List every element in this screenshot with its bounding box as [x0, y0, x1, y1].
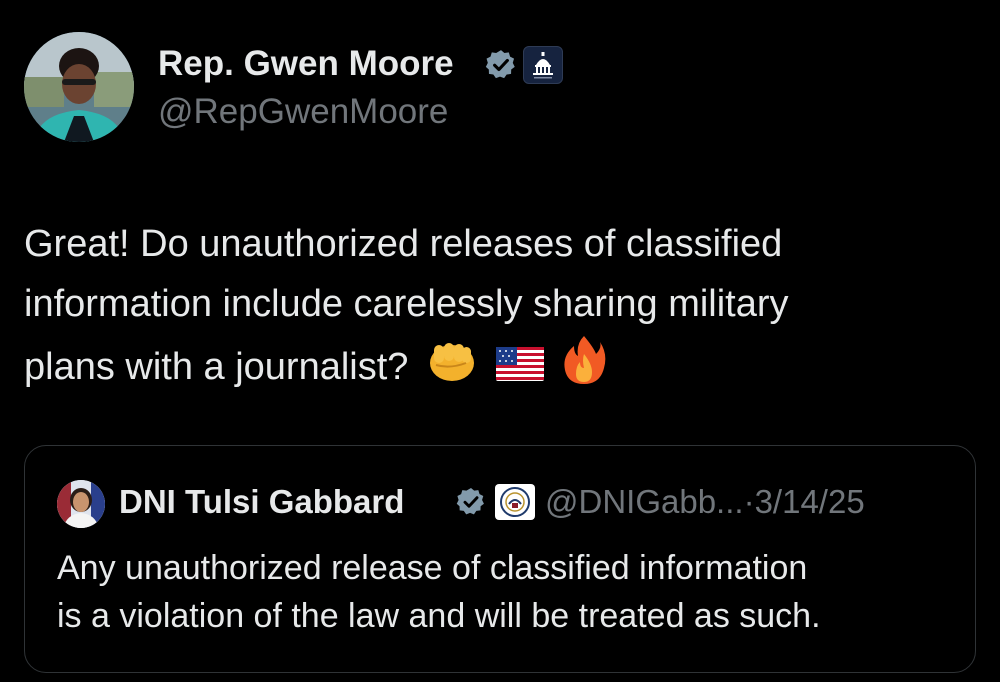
- quoted-author-name[interactable]: DNI Tulsi Gabbard: [119, 483, 404, 521]
- author-avatar[interactable]: [24, 32, 134, 142]
- quoted-author-handle[interactable]: @DNIGabb...: [545, 483, 744, 520]
- quoted-tweet-line: is a violation of the law and will be tr…: [57, 597, 821, 635]
- quoted-tweet-text: Any unauthorized release of classified i…: [57, 544, 957, 640]
- tweet-line: Great! Do unauthorized releases of class…: [24, 223, 783, 265]
- dni-seal-affiliation-icon[interactable]: [495, 484, 535, 520]
- tweet-text: Great! Do unauthorized releases of class…: [24, 214, 974, 404]
- fire-emoji-icon: [562, 334, 606, 404]
- quoted-tweet-card[interactable]: DNI Tulsi Gabbard @DNIGabb...·3/14/25 An…: [24, 445, 976, 673]
- tweet-line: information include carelessly sharing m…: [24, 283, 789, 325]
- quoted-tweet-line: Any unauthorized release of classified i…: [57, 549, 808, 587]
- meta-separator: ·: [743, 483, 755, 520]
- quoted-tweet-date[interactable]: 3/14/25: [755, 483, 865, 520]
- us-flag-emoji-icon: [496, 339, 545, 399]
- fist-emoji-icon: [426, 335, 478, 403]
- author-handle[interactable]: @RepGwenMoore: [158, 92, 448, 132]
- tweet-line: plans with a journalist?: [24, 346, 409, 389]
- author-name[interactable]: Rep. Gwen Moore: [158, 44, 454, 84]
- tweet-line-last: plans with a journalist?: [24, 334, 974, 404]
- capitol-affiliation-icon[interactable]: [523, 46, 563, 84]
- verified-badge-icon: [456, 488, 484, 515]
- verified-badge-icon: [485, 50, 515, 79]
- quoted-author-avatar[interactable]: [57, 480, 105, 528]
- quoted-tweet-meta: @DNIGabb...·3/14/25: [545, 483, 865, 521]
